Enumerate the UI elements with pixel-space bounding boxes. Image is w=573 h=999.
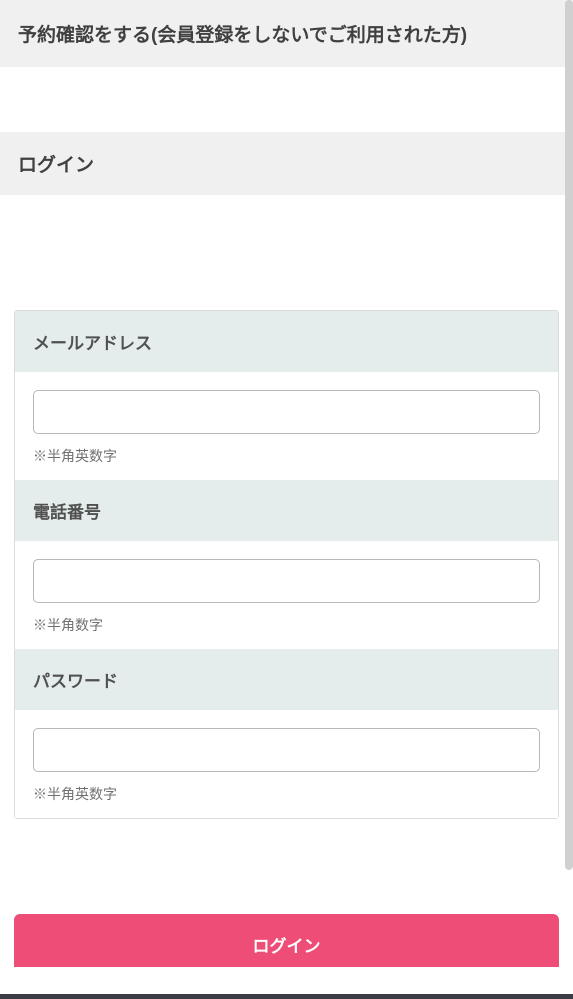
email-input[interactable] <box>33 390 540 434</box>
phone-input-row: ※半角数字 <box>15 541 558 649</box>
scrollbar[interactable] <box>565 0 573 870</box>
email-input-row: ※半角英数字 <box>15 372 558 480</box>
login-form: メールアドレス ※半角英数字 電話番号 ※半角数字 パスワード ※半角英数字 <box>14 310 559 819</box>
password-input-row: ※半角英数字 <box>15 710 558 818</box>
password-hint: ※半角英数字 <box>33 784 540 804</box>
password-input[interactable] <box>33 728 540 772</box>
phone-label: 電話番号 <box>33 498 540 523</box>
page-container: 予約確認をする(会員登録をしないでご利用された方) ログイン メールアドレス ※… <box>0 0 573 999</box>
reservation-check-header: 予約確認をする(会員登録をしないでご利用された方) <box>0 0 573 67</box>
phone-input[interactable] <box>33 559 540 603</box>
email-label-row: メールアドレス <box>15 311 558 372</box>
email-hint: ※半角英数字 <box>33 446 540 466</box>
email-label: メールアドレス <box>33 329 540 354</box>
password-label-row: パスワード <box>15 649 558 710</box>
password-label: パスワード <box>33 667 540 692</box>
bottom-bar <box>0 994 573 999</box>
login-button[interactable]: ログイン <box>14 914 559 967</box>
spacer <box>0 67 573 132</box>
phone-hint: ※半角数字 <box>33 615 540 635</box>
phone-label-row: 電話番号 <box>15 480 558 541</box>
spacer <box>0 195 573 310</box>
reservation-check-title: 予約確認をする(会員登録をしないでご利用された方) <box>18 20 555 47</box>
login-section-title: ログイン <box>18 150 555 177</box>
spacer <box>0 819 573 914</box>
login-section-header: ログイン <box>0 132 573 195</box>
